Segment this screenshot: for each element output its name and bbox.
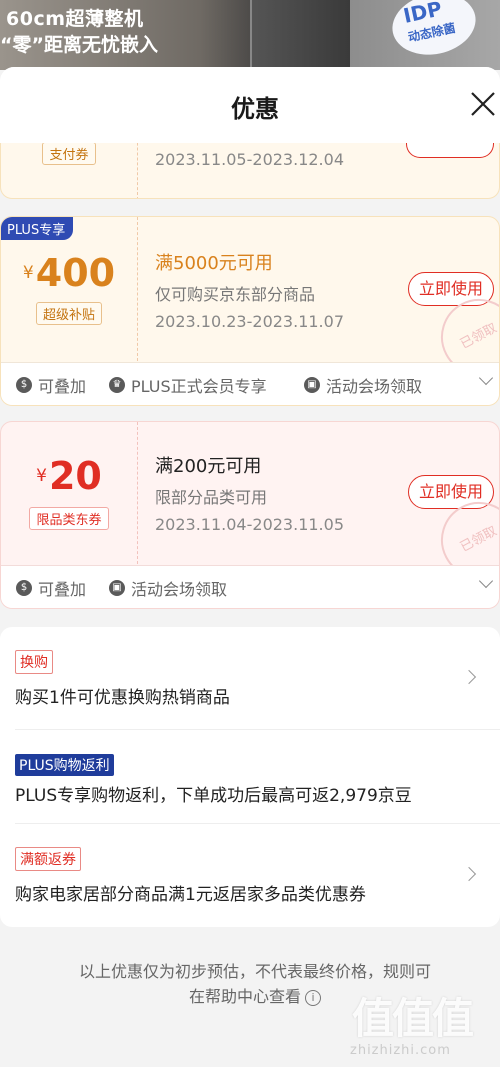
feature-label: 活动会场领取 [131, 580, 228, 599]
promo-tag: 换购 [15, 650, 53, 674]
stack-icon: $ [16, 580, 32, 596]
feature-venue: ▣ 活动会场领取 [109, 566, 228, 608]
feature-label: 活动会场领取 [326, 377, 423, 396]
coupon-amount: ¥20 [1, 454, 137, 498]
watermark: 值值值 zhizhizhi.com [350, 985, 500, 1067]
coupon-tag-label: 超级补贴 [35, 302, 102, 325]
coupon-card-category: ¥20 限品类东券 满200元可用 限部分品类可用 2023.11.04-202… [0, 421, 500, 609]
close-icon[interactable] [468, 89, 498, 119]
watermark-logo: 值值值 [352, 994, 474, 1043]
ticket-icon: ▣ [304, 377, 320, 393]
ticket-icon: ▣ [109, 580, 125, 596]
banner-product-image [250, 0, 350, 70]
chevron-right-icon [461, 866, 477, 882]
coupon-tag: 支付券 [1, 142, 137, 165]
feature-stackable: $ 可叠加 [16, 363, 87, 405]
coupon-divider [137, 422, 138, 564]
expand-chevron-icon[interactable] [478, 573, 494, 589]
coupon-features: $ 可叠加 ♛ PLUS正式会员专享 ▣ 活动会场领取 [1, 362, 499, 405]
promo-text: PLUS专享购物返利，下单成功后最高可返2,979京豆 [15, 786, 412, 806]
expand-chevron-icon[interactable] [478, 370, 494, 386]
promo-tag: 满额返券 [15, 847, 81, 871]
crown-icon: ♛ [109, 377, 125, 393]
coupon-dates: 2023.11.04-2023.11.05 [155, 515, 344, 534]
stack-icon: $ [16, 377, 32, 393]
feature-label: 可叠加 [38, 580, 87, 599]
promo-text: 购买1件可优惠换购热销商品 [15, 688, 230, 708]
feature-venue: ▣ 活动会场领取 [304, 363, 423, 405]
promo-text: 购家电家居部分商品满1元返居家多品类优惠券 [15, 885, 366, 905]
coupon-divider [137, 217, 138, 361]
banner-headline: 60cm超薄整机 [6, 8, 144, 30]
currency-symbol: ¥ [22, 263, 34, 283]
banner-badge: IDP 动态除菌 [386, 0, 482, 63]
promo-row-coupon-return[interactable]: 满额返券 购家电家居部分商品满1元返居家多品类优惠券 [0, 823, 500, 927]
product-banner: 60cm超薄整机 “零”距离无忧嵌入 IDP 动态除菌 [0, 0, 500, 70]
coupon-condition: 满200元可用 [155, 456, 262, 477]
coupon-tag: 超级补贴 [1, 302, 137, 325]
chevron-right-icon [461, 669, 477, 685]
coupon-card-plus: PLUS专享 ¥400 超级补贴 满5000元可用 仅可购买京东部分商品 202… [0, 216, 500, 406]
promo-row-exchange[interactable]: 换购 购买1件可优惠换购热销商品 [0, 627, 500, 729]
feature-plus-member: ♛ PLUS正式会员专享 [109, 363, 267, 405]
promotions-list: 换购 购买1件可优惠换购热销商品 PLUS购物返利 PLUS专享购物返利，下单成… [0, 627, 500, 927]
coupon-condition: 满5000元可用 [155, 253, 273, 274]
watermark-site: zhizhizhi.com [350, 1043, 451, 1058]
coupon-description: 限部分品类可用 [155, 488, 268, 507]
coupon-tag: 限品类东券 [1, 507, 137, 530]
feature-label: 可叠加 [38, 377, 87, 396]
promo-row-plus-rebate: PLUS购物返利 PLUS专享购物返利，下单成功后最高可返2,979京豆 [0, 729, 500, 823]
coupon-tag-label: 支付券 [42, 142, 96, 165]
coupon-amount-value: 400 [35, 251, 116, 295]
feature-stackable: $ 可叠加 [16, 566, 87, 608]
banner-subheadline: “零”距离无忧嵌入 [0, 34, 158, 56]
feature-label: PLUS正式会员专享 [131, 377, 267, 396]
sheet-header: 优惠 [0, 67, 500, 143]
coupon-amount-value: 20 [48, 454, 102, 498]
coupon-features: $ 可叠加 ▣ 活动会场领取 [1, 565, 499, 608]
coupon-description: 仅可购买京东部分商品 [155, 285, 316, 304]
info-icon[interactable]: i [305, 990, 321, 1006]
coupon-amount: ¥400 [1, 251, 137, 295]
disclaimer-line1: 以上优惠仅为初步预估，不代表最终价格，规则可 [78, 962, 431, 981]
plus-exclusive-badge: PLUS专享 [1, 217, 74, 240]
promo-tag: PLUS购物返利 [15, 754, 114, 776]
coupon-dates: 2023.10.23-2023.11.07 [155, 312, 344, 331]
disclaimer-link-text[interactable]: 在帮助中心查看 [189, 987, 301, 1006]
sheet-title: 优惠 [231, 95, 279, 123]
currency-symbol: ¥ [36, 466, 47, 486]
coupon-dates: 2023.11.05-2023.12.04 [155, 150, 344, 169]
discount-sheet: 支付券 2023.11.05-2023.12.04 优惠 PLUS专享 ¥400… [0, 67, 500, 1067]
coupon-tag-label: 限品类东券 [29, 507, 109, 530]
